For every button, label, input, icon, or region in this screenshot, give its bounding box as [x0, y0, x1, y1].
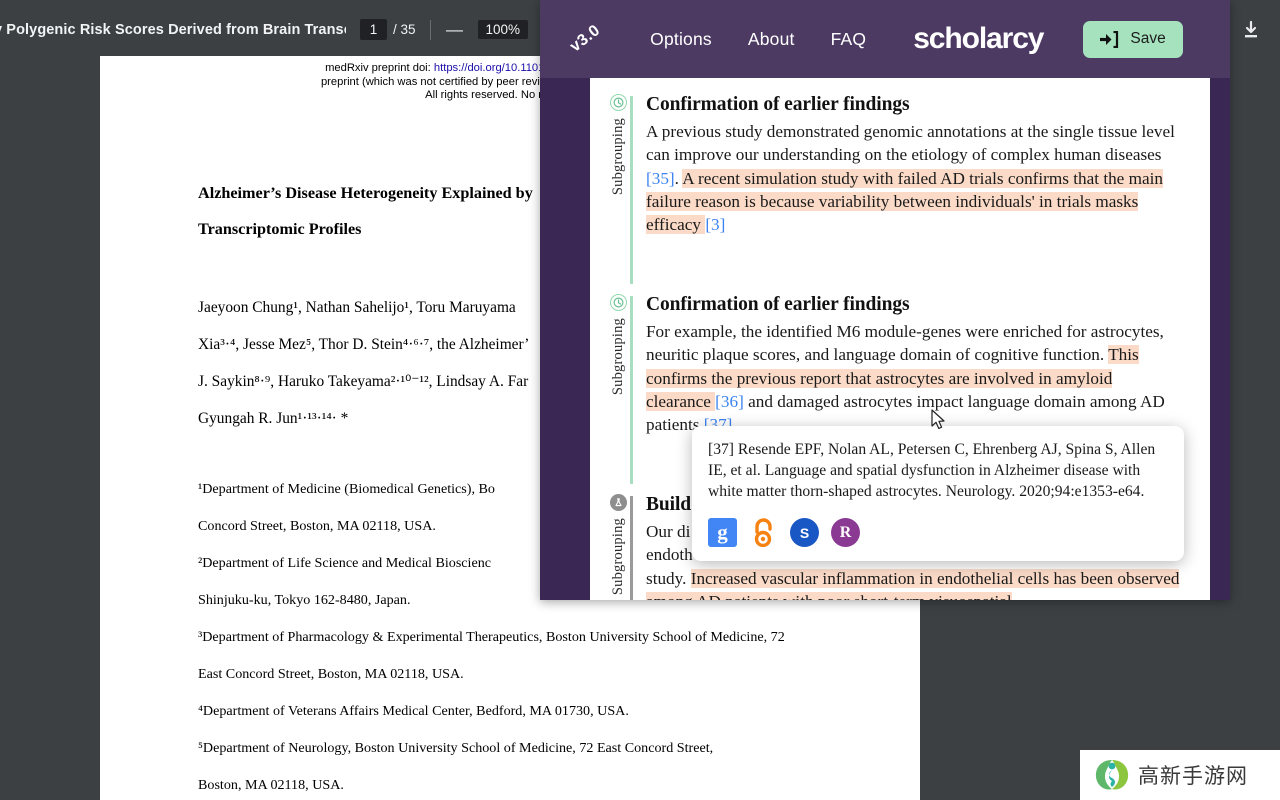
summary-card: Subgrouping Confirmation of earlier find… [590, 78, 1210, 278]
nav-about[interactable]: About [748, 29, 795, 50]
card-seg-plain: For example, the identified M6 module-ge… [646, 322, 1164, 364]
nav-options[interactable]: Options [650, 29, 712, 50]
toolbar-divider [430, 20, 431, 40]
page-number-input[interactable] [360, 19, 387, 40]
google-scholar-icon[interactable]: g [708, 518, 737, 547]
researchgate-glyph: R [840, 524, 852, 542]
semantic-scholar-glyph: S [800, 525, 809, 541]
flask-icon [610, 494, 627, 511]
pdf-file-title: y Polygenic Risk Scores Derived from Bra… [0, 22, 346, 38]
scholarcy-logo: scholarcy [913, 22, 1043, 56]
card-title: Confirmation of earlier findings [646, 294, 1180, 316]
card-seg-plain: A previous study demonstrated genomic an… [646, 122, 1175, 164]
zoom-level-display[interactable]: 100% [478, 20, 529, 39]
leaf-person-logo [1094, 758, 1130, 792]
login-arrow-icon [1100, 31, 1119, 48]
panel-left-rail [540, 78, 590, 600]
reference-citation-text: [37] Resende EPF, Nolan AL, Petersen C, … [708, 440, 1166, 502]
clock-icon [610, 294, 627, 311]
card-seg-plain: study. [646, 569, 691, 588]
clock-icon [610, 94, 627, 111]
version-badge: v3.0 [567, 22, 604, 57]
reference-link-icons: g S R [708, 518, 1166, 547]
card-accent-bar [630, 296, 633, 484]
citation-ref-3[interactable]: [3] [705, 215, 725, 234]
affiliation-line: ⁴Department of Veterans Affairs Medical … [198, 693, 920, 730]
card-body: Confirmation of earlier findings A previ… [646, 94, 1210, 278]
scholarcy-header: v3.0 Options About FAQ scholarcy Save [540, 0, 1230, 78]
save-button[interactable]: Save [1083, 21, 1182, 58]
affiliation-line: Boston, MA 02118, USA. [198, 767, 920, 800]
card-gutter: Subgrouping [590, 294, 646, 478]
citation-ref-35[interactable]: [35] [646, 169, 675, 188]
card-category-label: Subgrouping [610, 318, 627, 395]
card-accent-bar [630, 96, 633, 284]
card-seg-highlight: Increased vascular inflammation in endot… [646, 569, 1179, 600]
card-text: For example, the identified M6 module-ge… [646, 320, 1180, 436]
card-gutter: Subgrouping [590, 494, 646, 600]
affiliation-line: East Concord Street, Boston, MA 02118, U… [198, 656, 920, 693]
semantic-scholar-icon[interactable]: S [790, 518, 819, 547]
affiliation-line: ³Department of Pharmacology & Experiment… [198, 619, 822, 656]
card-text: A previous study demonstrated genomic an… [646, 120, 1180, 236]
card-accent-bar [630, 496, 633, 600]
save-button-label: Save [1130, 30, 1165, 48]
zoom-out-button[interactable]: — [444, 21, 466, 38]
page-total-label: / 35 [393, 22, 416, 37]
scholarcy-nav: Options About FAQ [650, 29, 866, 50]
nav-faq[interactable]: FAQ [831, 29, 867, 50]
google-scholar-glyph: g [717, 520, 728, 545]
app-root: medRxiv preprint doi: https://doi.org/10… [0, 0, 1280, 800]
open-access-icon[interactable] [749, 518, 778, 547]
card-title: Confirmation of earlier findings [646, 94, 1180, 116]
citation-ref-36[interactable]: [36] [715, 392, 744, 411]
site-watermark: 高新手游网 [1080, 750, 1280, 800]
card-category-label: Subgrouping [610, 518, 627, 595]
watermark-text: 高新手游网 [1138, 760, 1248, 790]
card-gutter: Subgrouping [590, 94, 646, 278]
card-category-label: Subgrouping [610, 118, 627, 195]
banner-doi-prefix: medRxiv preprint doi: [325, 62, 434, 74]
panel-right-rail [1210, 78, 1230, 600]
reference-tooltip: [37] Resende EPF, Nolan AL, Petersen C, … [692, 426, 1184, 561]
researchgate-icon[interactable]: R [831, 518, 860, 547]
mouse-cursor-icon [931, 409, 947, 431]
download-button[interactable] [1236, 15, 1266, 45]
download-icon [1241, 20, 1261, 40]
affiliation-line: ⁵Department of Neurology, Boston Univers… [198, 730, 822, 767]
page-navigation: / 35 [360, 19, 416, 40]
